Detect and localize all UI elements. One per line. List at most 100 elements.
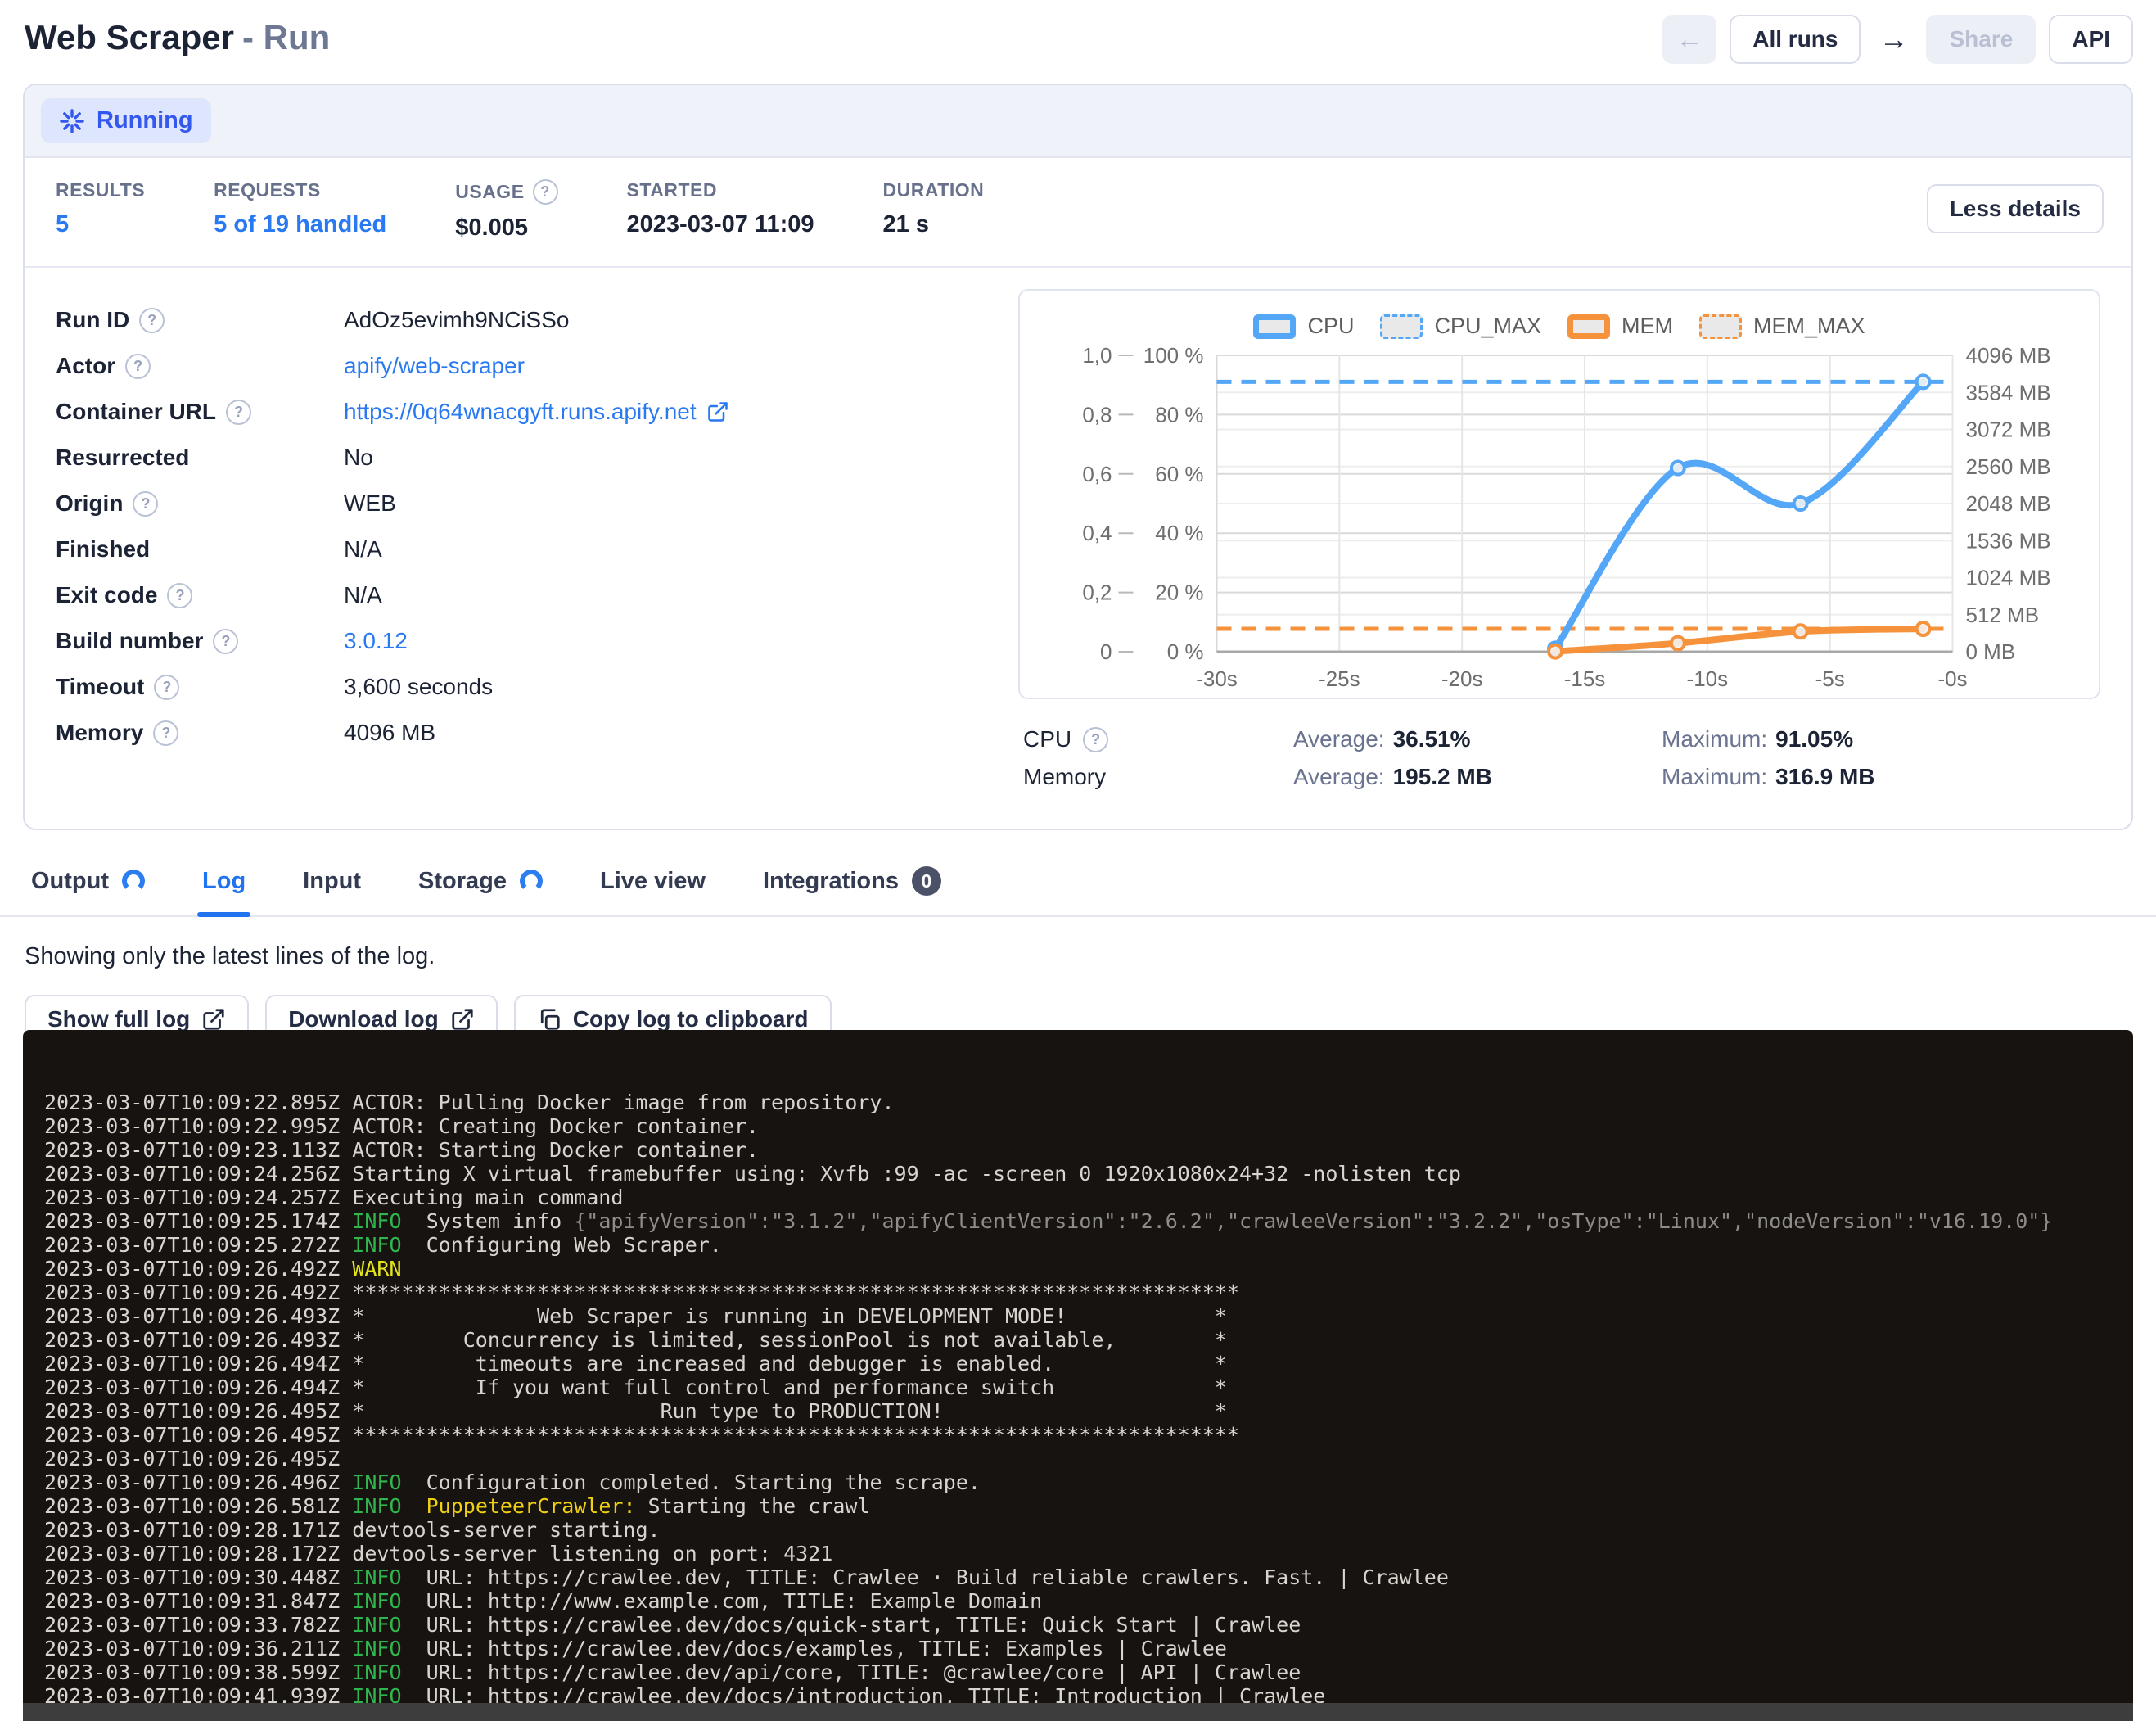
detail-label: Build number? [56, 628, 344, 654]
stat-duration: DURATION 21 s [883, 179, 985, 242]
chart-point [1549, 645, 1562, 658]
log-line: 2023-03-07T10:09:24.256Z Starting X virt… [44, 1162, 2133, 1186]
usage-summary-row: CPU?Average:36.51%Maximum:91.05% [1023, 720, 2095, 758]
help-icon[interactable]: ? [213, 629, 238, 654]
svg-text:60 %: 60 % [1155, 462, 1203, 486]
stat-label: RESULTS [56, 179, 145, 201]
log-line: 2023-03-07T10:09:36.211Z INFO URL: https… [44, 1637, 2133, 1660]
external-link-icon [201, 1007, 226, 1032]
duration-value: 21 s [883, 211, 985, 238]
less-details-button[interactable]: Less details [1927, 184, 2104, 233]
tab-input[interactable]: Input [298, 858, 366, 915]
details-list: Run ID?AdOz5evimh9NCiSSoActor?apify/web-… [56, 289, 981, 796]
log-line: 2023-03-07T10:09:24.257Z Executing main … [44, 1186, 2133, 1209]
chart-point [1917, 375, 1930, 388]
help-icon[interactable]: ? [1083, 727, 1108, 752]
log-line: 2023-03-07T10:09:23.113Z ACTOR: Starting… [44, 1138, 2133, 1162]
detail-value-link[interactable]: 3.0.12 [344, 628, 408, 654]
svg-text:1,0: 1,0 [1082, 343, 1112, 368]
maximum-label: Maximum: [1662, 726, 1767, 752]
detail-row: Build number?3.0.12 [56, 618, 981, 664]
svg-text:3072 MB: 3072 MB [1966, 418, 2051, 442]
svg-text:3584 MB: 3584 MB [1966, 380, 2051, 404]
help-icon[interactable]: ? [139, 308, 165, 333]
stat-label: REQUESTS [214, 179, 386, 201]
tab-integrations[interactable]: Integrations0 [758, 858, 946, 915]
button-label: Copy log to clipboard [573, 1006, 809, 1032]
status-strip: Running [25, 85, 2131, 158]
external-link-icon [450, 1007, 475, 1032]
results-value[interactable]: 5 [56, 211, 145, 238]
api-button[interactable]: API [2049, 15, 2133, 64]
log-line: 2023-03-07T10:09:26.581Z INFO PuppeteerC… [44, 1494, 2133, 1518]
chart-grid [1119, 355, 1953, 652]
svg-text:0,8: 0,8 [1082, 402, 1112, 427]
detail-value: N/A [344, 536, 382, 562]
tab-storage[interactable]: Storage [413, 858, 548, 915]
legend-item-mem: MEM [1567, 314, 1673, 339]
svg-text:-25s: -25s [1319, 666, 1360, 691]
help-icon[interactable]: ? [226, 400, 251, 425]
legend-swatch [1380, 314, 1423, 339]
tab-live-view[interactable]: Live view [595, 858, 710, 915]
actor-name: Web Scraper [25, 18, 234, 56]
svg-text:512 MB: 512 MB [1966, 603, 2040, 627]
detail-value: N/A [344, 582, 382, 608]
svg-text:2560 MB: 2560 MB [1966, 454, 2051, 479]
usage-chart-card: CPUCPU_MAXMEMMEM_MAX 1,00,80,60,40,20100… [1018, 289, 2100, 699]
tab-count-badge: 0 [912, 866, 941, 896]
stat-label: USAGE [455, 181, 524, 203]
requests-value[interactable]: 5 of 19 handled [214, 211, 386, 238]
log-line: 2023-03-07T10:09:26.496Z INFO Configurat… [44, 1470, 2133, 1494]
stat-usage: USAGE? $0.005 [455, 179, 557, 242]
help-icon[interactable]: ? [125, 354, 151, 379]
detail-row: Timeout?3,600 seconds [56, 664, 981, 710]
chart-axis-labels: 1,00,80,60,40,20100 %80 %60 %40 %20 %0 %… [1082, 343, 2050, 691]
log-line: 2023-03-07T10:09:31.847Z INFO URL: http:… [44, 1589, 2133, 1613]
svg-text:80 %: 80 % [1155, 402, 1203, 427]
help-icon[interactable]: ? [154, 675, 179, 700]
tab-log[interactable]: Log [197, 858, 250, 915]
detail-label: Container URL? [56, 399, 344, 425]
detail-value: WEB [344, 490, 396, 517]
detail-row: FinishedN/A [56, 526, 981, 572]
average-value: 36.51% [1393, 726, 1471, 752]
tab-output[interactable]: Output [26, 858, 150, 915]
svg-text:-30s: -30s [1196, 666, 1238, 691]
previous-run-button[interactable]: ← [1662, 15, 1716, 64]
average-label: Average: [1293, 726, 1385, 752]
svg-text:0,6: 0,6 [1082, 462, 1112, 486]
svg-text:0,4: 0,4 [1082, 521, 1112, 545]
legend-item-cpu: CPU [1253, 314, 1354, 339]
log-console: 2023-03-07T10:09:22.895Z ACTOR: Pulling … [23, 1030, 2133, 1721]
share-button[interactable]: Share [1926, 15, 2036, 64]
detail-value-link[interactable]: apify/web-scraper [344, 353, 525, 379]
log-line: 2023-03-07T10:09:25.174Z INFO System inf… [44, 1209, 2133, 1233]
stats-row: RESULTS 5 REQUESTS 5 of 19 handled USAGE… [25, 158, 2131, 268]
maximum-value: 316.9 MB [1775, 764, 1874, 789]
log-line: 2023-03-07T10:09:38.599Z INFO URL: https… [44, 1660, 2133, 1684]
usage-value: $0.005 [455, 215, 557, 242]
detail-row: Exit code?N/A [56, 572, 981, 618]
detail-row: Memory?4096 MB [56, 710, 981, 756]
all-runs-button[interactable]: All runs [1730, 15, 1861, 64]
svg-text:1024 MB: 1024 MB [1966, 566, 2051, 590]
maximum-label: Maximum: [1662, 764, 1767, 789]
svg-text:-5s: -5s [1815, 666, 1845, 691]
help-icon[interactable]: ? [533, 179, 558, 205]
next-run-button[interactable]: → [1874, 15, 1913, 64]
detail-row: Container URL?https://0q64wnacgyft.runs.… [56, 389, 981, 435]
detail-value-link[interactable]: https://0q64wnacgyft.runs.apify.net [344, 399, 729, 425]
top-bar: Web Scraper- Run ← All runs → Share API [0, 0, 2156, 84]
help-icon[interactable]: ? [153, 720, 178, 746]
stat-label: DURATION [883, 179, 985, 201]
svg-text:-10s: -10s [1687, 666, 1729, 691]
console-horizontal-scrollbar[interactable] [23, 1703, 2133, 1721]
detail-row: Actor?apify/web-scraper [56, 343, 981, 389]
help-icon[interactable]: ? [133, 491, 158, 517]
log-line: 2023-03-07T10:09:25.272Z INFO Configurin… [44, 1233, 2133, 1257]
legend-swatch [1567, 314, 1610, 339]
log-line: 2023-03-07T10:09:26.493Z * Concurrency i… [44, 1328, 2133, 1352]
help-icon[interactable]: ? [167, 583, 192, 608]
chart-line-cpu [1555, 382, 1924, 648]
